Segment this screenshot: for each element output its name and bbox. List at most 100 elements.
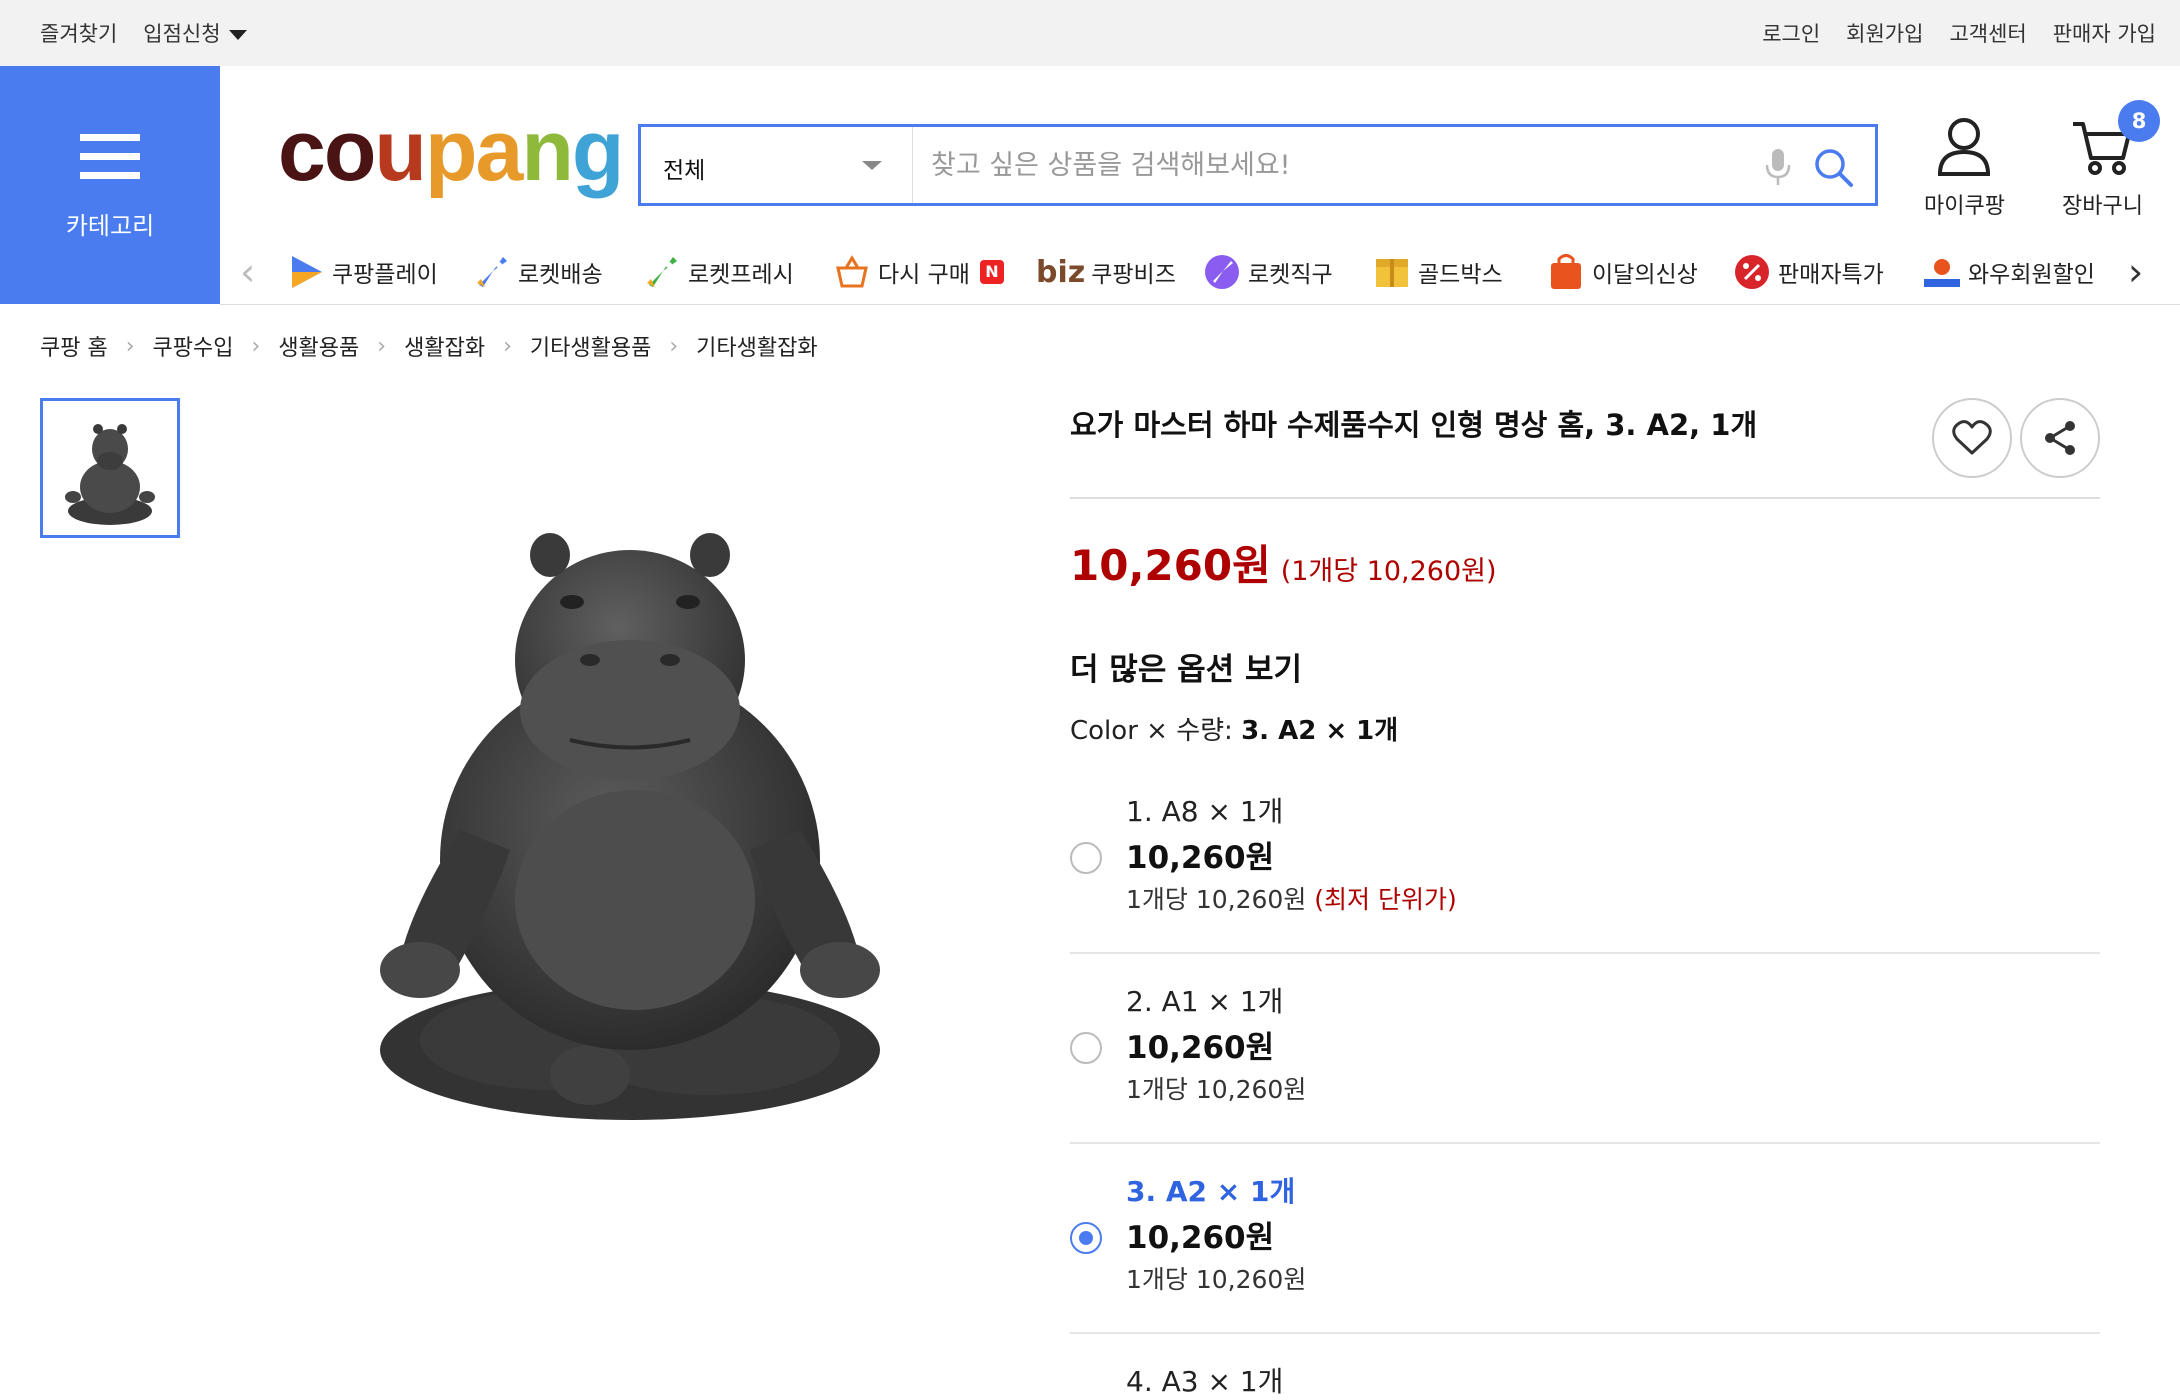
hippo-product-image xyxy=(380,533,880,1120)
percent-icon xyxy=(1732,252,1772,292)
selected-option-summary: Color × 수량: 3. A2 × 1개 xyxy=(1070,710,1398,747)
caret-down-icon xyxy=(228,30,247,40)
nav-item-rebuy[interactable]: 다시 구매 N xyxy=(832,250,1004,294)
options-heading: 더 많은 옵션 보기 xyxy=(1070,652,1303,688)
search-icon[interactable] xyxy=(1811,145,1855,189)
top-utility-bar: 즐겨찾기 입점신청 로그인 회원가입 고객센터 판매자 가입 xyxy=(0,0,2180,66)
product-thumbnail[interactable] xyxy=(40,398,180,538)
basket-icon xyxy=(832,252,872,292)
signup-link[interactable]: 회원가입 xyxy=(1846,18,1923,48)
nav-item-rocket-global[interactable]: 로켓직구 xyxy=(1202,250,1333,294)
breadcrumb-item[interactable]: 쿠팡 홈 xyxy=(40,330,108,362)
category-menu-button[interactable]: 카테고리 xyxy=(0,66,220,304)
product-title: 요가 마스터 하마 수제품수지 인형 명상 홈, 3. A2, 1개 xyxy=(1070,408,1758,442)
unit-price: (1개당 10,260원) xyxy=(1280,556,1497,587)
option-unit-price: 1개당 10,260원 xyxy=(1126,1075,1307,1104)
nav-item-new-arrivals[interactable]: 이달의신상 xyxy=(1546,250,1698,294)
support-link[interactable]: 고객센터 xyxy=(1949,18,2026,48)
nav-item-coupangplay[interactable]: 쿠팡플레이 xyxy=(286,250,438,294)
option-price: 10,260원 xyxy=(1126,1030,1275,1066)
option-item-selected[interactable]: 3. A2 × 1개 10,260원 1개당 10,260원 xyxy=(1070,1170,2100,1340)
option-item[interactable]: 4. A3 × 1개 xyxy=(1070,1360,2100,1400)
option-name: 2. A1 × 1개 xyxy=(1126,985,1284,1018)
nav-prev-arrow-icon[interactable]: ‹ xyxy=(240,250,255,294)
nav-item-rocket-delivery[interactable]: 로켓배송 xyxy=(472,250,603,294)
breadcrumb-item[interactable]: 생활용품 xyxy=(278,330,359,362)
option-radio[interactable] xyxy=(1070,842,1102,874)
category-label: 카테고리 xyxy=(65,212,155,240)
new-badge: N xyxy=(979,260,1004,284)
header-divider xyxy=(220,304,2180,305)
option-item[interactable]: 1. A8 × 1개 10,260원 1개당 10,260원 (최저 단위가) xyxy=(1070,790,2100,960)
rocket-global-icon xyxy=(1202,252,1242,292)
chevron-down-icon xyxy=(862,161,882,170)
search-category-select[interactable]: 전체 xyxy=(641,127,913,203)
option-price: 10,260원 xyxy=(1126,1220,1275,1256)
microphone-icon[interactable] xyxy=(1763,147,1793,187)
nav-item-coupangbiz[interactable]: biz 쿠팡비즈 xyxy=(1036,250,1176,294)
search-category-value: 전체 xyxy=(663,158,706,184)
cart-label: 장바구니 xyxy=(2062,194,2143,219)
option-divider xyxy=(1070,952,2100,954)
partner-label: 입점신청 xyxy=(143,22,221,46)
bookmark-link[interactable]: 즐겨찾기 xyxy=(40,18,117,48)
rocket-fresh-icon xyxy=(642,252,682,292)
top-right-links: 로그인 회원가입 고객센터 판매자 가입 xyxy=(1762,0,2156,66)
nav-item-wow-discount[interactable]: 와우회원할인 xyxy=(1922,250,2134,294)
breadcrumb-item[interactable]: 기타생활용품 xyxy=(530,330,651,362)
option-radio[interactable] xyxy=(1070,1032,1102,1064)
selected-option-value: 3. A2 × 1개 xyxy=(1241,716,1399,746)
top-left-links: 즐겨찾기 입점신청 xyxy=(40,0,247,66)
option-divider xyxy=(1070,1332,2100,1334)
selected-option-label: Color × 수량: xyxy=(1070,716,1233,746)
chevron-right-icon: › xyxy=(251,333,261,359)
gold-box-icon xyxy=(1372,252,1412,292)
option-unit-price: 1개당 10,260원 (최저 단위가) xyxy=(1126,885,1457,914)
hippo-thumbnail-image xyxy=(65,424,155,525)
mycoupang-label: 마이쿠팡 xyxy=(1924,194,2005,219)
breadcrumb-item[interactable]: 쿠팡수입 xyxy=(153,330,234,362)
wow-icon xyxy=(1922,252,1962,292)
chevron-right-icon: › xyxy=(503,333,512,359)
quick-nav: ‹ 쿠팡플레이 로켓배송 로켓프레시 다시 구매 N biz 쿠팡비즈 로켓직구… xyxy=(220,244,2180,302)
title-divider xyxy=(1070,497,2100,499)
share-button[interactable] xyxy=(2020,398,2100,478)
option-unit-price: 1개당 10,260원 xyxy=(1126,1265,1307,1294)
cart-count-badge: 8 xyxy=(2118,100,2160,142)
heart-icon xyxy=(1952,420,1992,455)
chevron-right-icon: › xyxy=(377,333,387,359)
user-icon xyxy=(1938,118,1991,176)
share-icon xyxy=(2045,421,2075,455)
product-price: 10,260원 (1개당 10,260원) xyxy=(1070,532,1497,593)
lowest-unit-price-tag: (최저 단위가) xyxy=(1314,885,1457,914)
breadcrumb: 쿠팡 홈 › 쿠팡수입 › 생활용품 › 생활잡화 › 기타생활용품 › 기타생… xyxy=(40,330,818,362)
wishlist-button[interactable] xyxy=(1932,398,2012,478)
play-icon xyxy=(286,252,326,292)
seller-signup-link[interactable]: 판매자 가입 xyxy=(2053,18,2156,48)
nav-item-seller-deals[interactable]: 판매자특가 xyxy=(1732,250,1884,294)
option-name: 3. A2 × 1개 xyxy=(1126,1175,1296,1208)
mycoupang-button[interactable]: 마이쿠팡 xyxy=(1924,114,2005,220)
search-bar: 전체 xyxy=(638,124,1878,206)
breadcrumb-item[interactable]: 생활잡화 xyxy=(404,330,485,362)
price-value: 10,260원 xyxy=(1070,541,1271,590)
option-name: 4. A3 × 1개 xyxy=(1126,1365,1284,1398)
option-item[interactable]: 2. A1 × 1개 10,260원 1개당 10,260원 xyxy=(1070,980,2100,1150)
nav-next-arrow-icon[interactable]: › xyxy=(2128,250,2143,294)
nav-item-goldbox[interactable]: 골드박스 xyxy=(1372,250,1503,294)
search-input[interactable] xyxy=(931,139,1751,191)
breadcrumb-item[interactable]: 기타생활잡화 xyxy=(696,330,817,362)
rocket-icon xyxy=(472,252,512,292)
chevron-right-icon: › xyxy=(125,333,135,359)
coupang-logo[interactable]: coupang xyxy=(278,108,624,194)
nav-item-rocket-fresh[interactable]: 로켓프레시 xyxy=(642,250,794,294)
option-divider xyxy=(1070,1142,2100,1144)
chevron-right-icon: › xyxy=(669,333,679,359)
shopping-bag-icon xyxy=(1546,252,1586,292)
biz-logo: biz xyxy=(1036,254,1086,290)
option-price: 10,260원 xyxy=(1126,840,1275,876)
option-radio-checked[interactable] xyxy=(1070,1222,1102,1254)
hamburger-icon xyxy=(80,134,140,180)
login-link[interactable]: 로그인 xyxy=(1762,18,1820,48)
partner-dropdown[interactable]: 입점신청 xyxy=(143,18,247,48)
